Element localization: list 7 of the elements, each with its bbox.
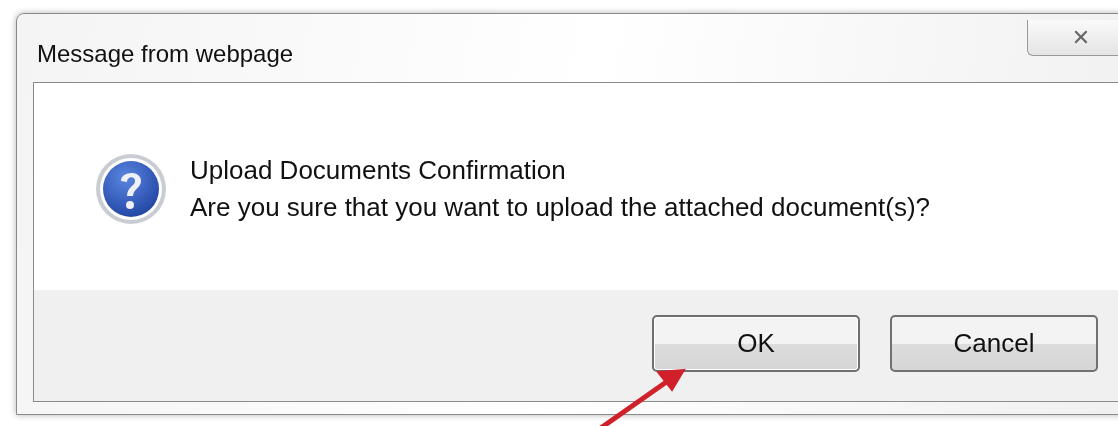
message-heading: Upload Documents Confirmation	[190, 154, 567, 186]
close-button[interactable]: ✕	[1027, 20, 1118, 56]
question-icon	[95, 152, 167, 225]
cancel-button[interactable]: Cancel	[890, 315, 1098, 372]
ok-button[interactable]: OK	[652, 315, 860, 372]
message-text: Are you sure that you want to upload the attached document(s)?	[190, 191, 930, 223]
window-title: Message from webpage	[37, 40, 294, 68]
